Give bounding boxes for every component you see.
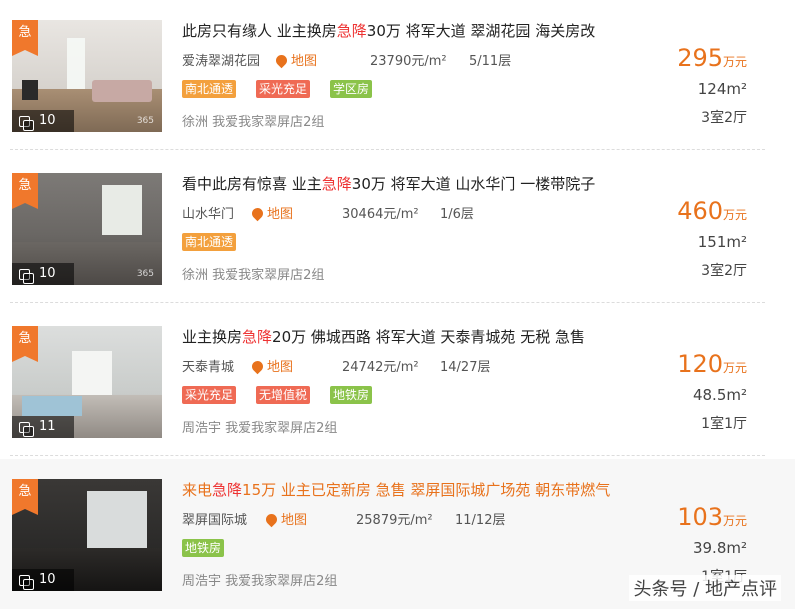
source-watermark: 头条号 / 地产点评 bbox=[629, 575, 781, 601]
map-pin-icon bbox=[249, 205, 266, 222]
total-price: 103 bbox=[677, 503, 723, 531]
total-price: 295 bbox=[677, 44, 723, 72]
total-price: 120 bbox=[677, 350, 723, 378]
tag: 无增值税 bbox=[256, 386, 311, 404]
photo-count: 10 bbox=[12, 569, 74, 591]
unit-price: 23790元/m² bbox=[370, 54, 447, 69]
photo-count-number: 10 bbox=[39, 572, 56, 587]
agent-info[interactable]: 周浩宇 我爱我家翠屏店2组 bbox=[182, 417, 337, 436]
agent-info[interactable]: 周浩宇 我爱我家翠屏店2组 bbox=[182, 570, 337, 589]
tag: 学区房 bbox=[330, 80, 373, 98]
map-link[interactable]: 地图 bbox=[270, 50, 317, 69]
map-pin-icon bbox=[273, 52, 290, 69]
map-link[interactable]: 地图 bbox=[260, 509, 307, 528]
photo-count: 10 bbox=[12, 263, 74, 285]
listing-title[interactable]: 看中此房有惊喜 业主急降30万 将军大道 山水华门 一楼带院子 bbox=[182, 173, 595, 194]
photo-count-number: 11 bbox=[39, 419, 56, 434]
urgent-badge: 急 bbox=[12, 479, 38, 515]
urgent-badge: 急 bbox=[12, 20, 38, 56]
urgent-badge: 急 bbox=[12, 326, 38, 362]
agent-info[interactable]: 徐洲 我爱我家翠屏店2组 bbox=[182, 111, 324, 130]
price-unit: 万元 bbox=[722, 514, 747, 528]
map-pin-icon bbox=[263, 511, 280, 528]
area: 151m² bbox=[697, 233, 747, 251]
photo-count-number: 10 bbox=[39, 113, 56, 128]
map-link[interactable]: 地图 bbox=[246, 203, 293, 222]
agent-info[interactable]: 徐洲 我爱我家翠屏店2组 bbox=[182, 264, 324, 283]
photo-count: 11 bbox=[12, 416, 74, 438]
area: 39.8m² bbox=[692, 539, 747, 557]
area: 48.5m² bbox=[692, 386, 747, 404]
community-link[interactable]: 天泰青城 bbox=[182, 356, 234, 375]
community-link[interactable]: 翠屏国际城 bbox=[182, 509, 247, 528]
photo-icon bbox=[19, 116, 34, 131]
divider bbox=[10, 302, 765, 303]
price-unit: 万元 bbox=[722, 55, 747, 69]
room-layout: 3室2厅 bbox=[701, 110, 747, 126]
unit-price: 24742元/m² bbox=[342, 360, 419, 375]
listing-item[interactable]: 急 11 业主换房急降20万 佛城西路 将军大道 天泰青城苑 无税 急售 天泰青… bbox=[0, 306, 795, 456]
photo-icon bbox=[19, 422, 34, 437]
floor-info: 11/12层 bbox=[455, 513, 506, 528]
listing-title[interactable]: 此房只有缘人 业主换房急降30万 将军大道 翠湖花园 海关房改 bbox=[182, 20, 595, 41]
photo-icon bbox=[19, 575, 34, 590]
floor-info: 1/6层 bbox=[440, 207, 474, 222]
divider bbox=[10, 455, 765, 456]
photo-icon bbox=[19, 269, 34, 284]
tag: 南北通透 bbox=[182, 233, 237, 251]
listing-photo[interactable]: 急 10 365 bbox=[12, 20, 162, 132]
tag: 地铁房 bbox=[182, 539, 225, 557]
tag: 采光充足 bbox=[182, 386, 237, 404]
listing-title[interactable]: 业主换房急降20万 佛城西路 将军大道 天泰青城苑 无税 急售 bbox=[182, 326, 585, 347]
room-layout: 3室2厅 bbox=[701, 263, 747, 279]
listing-title[interactable]: 来电急降15万 业主已定新房 急售 翠屏国际城广场苑 朝东带燃气 bbox=[182, 479, 610, 500]
room-layout: 1室1厅 bbox=[701, 416, 747, 432]
photo-count-number: 10 bbox=[39, 266, 56, 281]
photo-watermark: 365 bbox=[136, 116, 154, 126]
listing-photo[interactable]: 急 10 365 bbox=[12, 173, 162, 285]
area: 124m² bbox=[697, 80, 747, 98]
urgent-badge: 急 bbox=[12, 173, 38, 209]
map-link[interactable]: 地图 bbox=[246, 356, 293, 375]
tag: 地铁房 bbox=[330, 386, 373, 404]
divider bbox=[10, 149, 765, 150]
tag: 南北通透 bbox=[182, 80, 237, 98]
photo-count: 10 bbox=[12, 110, 74, 132]
photo-watermark: 365 bbox=[136, 269, 154, 279]
price-unit: 万元 bbox=[722, 361, 747, 375]
unit-price: 30464元/m² bbox=[342, 207, 419, 222]
listing-photo[interactable]: 急 10 bbox=[12, 479, 162, 591]
listing-photo[interactable]: 急 11 bbox=[12, 326, 162, 438]
floor-info: 14/27层 bbox=[440, 360, 491, 375]
tag: 采光充足 bbox=[256, 80, 311, 98]
community-link[interactable]: 山水华门 bbox=[182, 203, 234, 222]
total-price: 460 bbox=[677, 197, 723, 225]
unit-price: 25879元/m² bbox=[356, 513, 433, 528]
listing-item[interactable]: 急 10 365 此房只有缘人 业主换房急降30万 将军大道 翠湖花园 海关房改… bbox=[0, 0, 795, 150]
map-pin-icon bbox=[249, 358, 266, 375]
community-link[interactable]: 爱涛翠湖花园 bbox=[182, 50, 260, 69]
price-unit: 万元 bbox=[722, 208, 747, 222]
floor-info: 5/11层 bbox=[469, 54, 512, 69]
listing-item[interactable]: 急 10 365 看中此房有惊喜 业主急降30万 将军大道 山水华门 一楼带院子… bbox=[0, 153, 795, 303]
